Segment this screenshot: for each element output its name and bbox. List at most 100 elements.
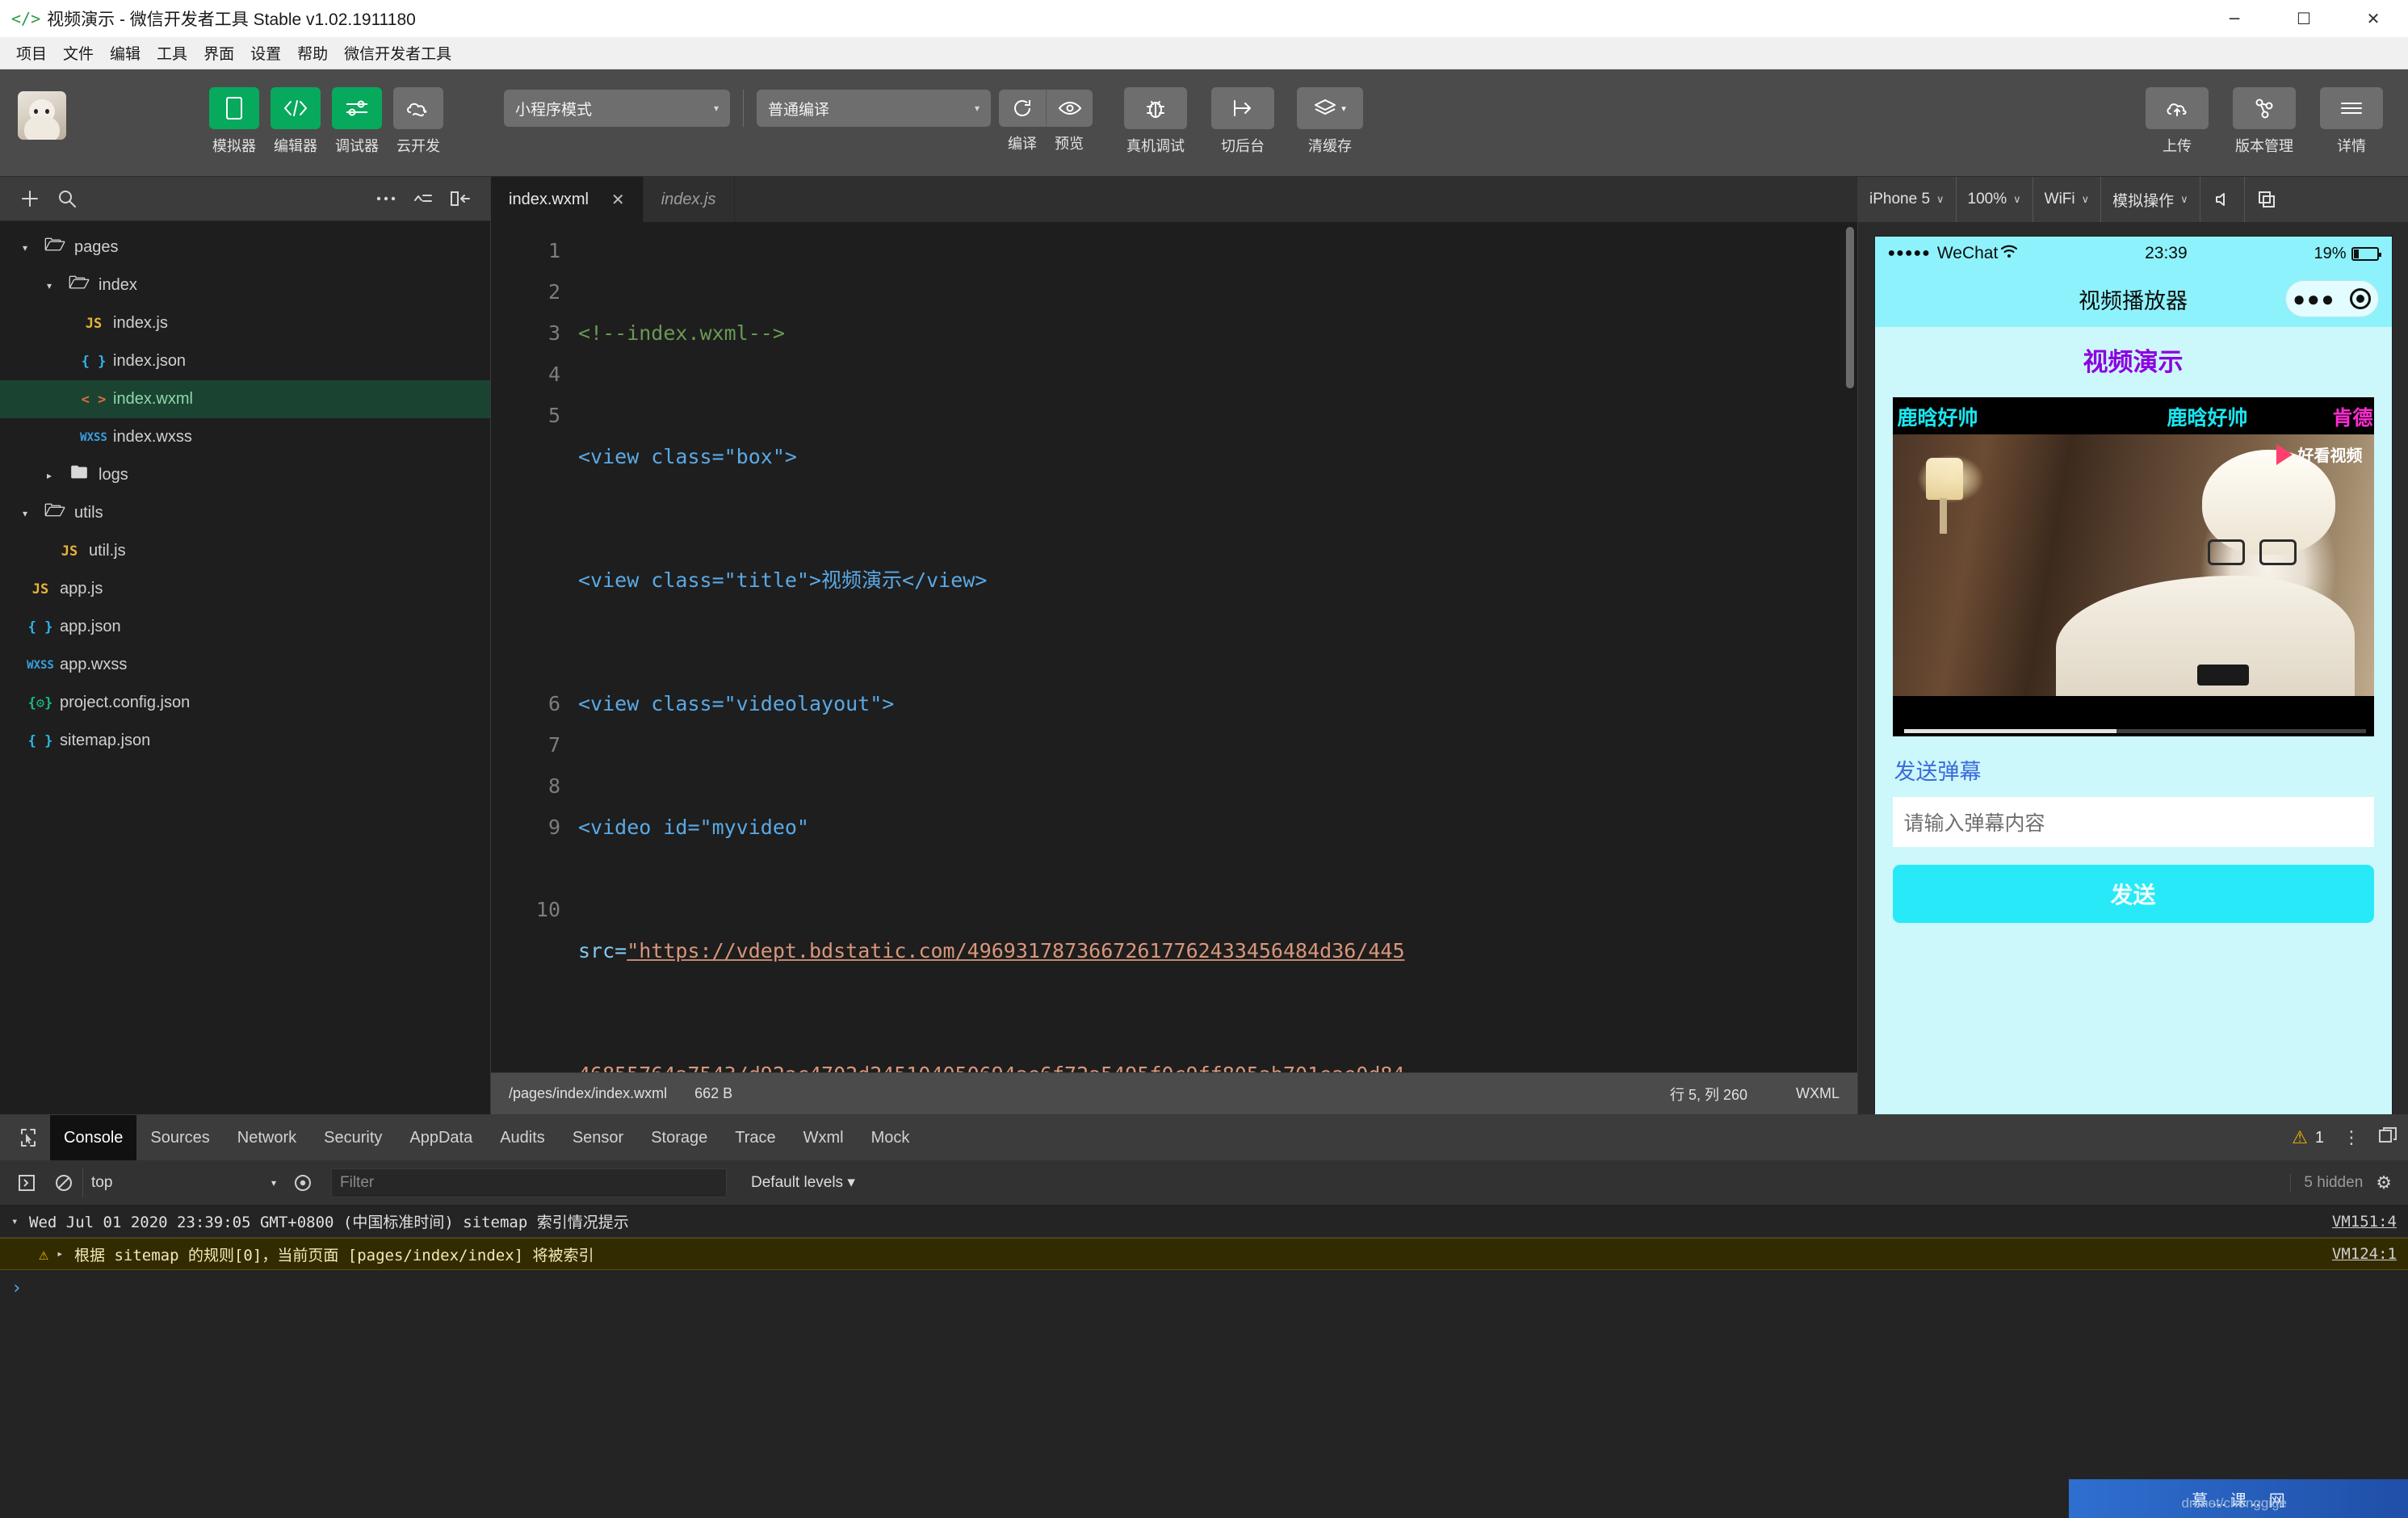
tab-index-js[interactable]: index.js (643, 177, 735, 222)
gear-icon[interactable]: ⚙ (2376, 1172, 2392, 1193)
status-cursor-position[interactable]: 行 5, 列 260 (1670, 1084, 1747, 1105)
network-select[interactable]: WiFi ∨ (2033, 177, 2102, 222)
minimize-button[interactable]: ─ (2200, 0, 2269, 37)
toolbar-panel-buttons: 模拟器 编辑器 调试器 云开发 (203, 69, 449, 177)
debugger-button[interactable]: 调试器 (331, 69, 383, 156)
tab-network[interactable]: Network (224, 1115, 310, 1160)
branch-icon (2233, 87, 2296, 129)
devtools-more-icon[interactable]: ⋮ (2335, 1127, 2368, 1148)
editor-scrollbar[interactable] (1846, 227, 1854, 388)
menu-item-edit[interactable]: 编辑 (102, 39, 149, 67)
tree-item-app-js[interactable]: JS app.js (0, 570, 490, 608)
tree-item-index-json[interactable]: { } index.json (0, 342, 490, 380)
copy-icon[interactable] (2245, 177, 2288, 222)
search-icon[interactable] (48, 182, 86, 215)
tab-sensor[interactable]: Sensor (559, 1115, 637, 1160)
console-source-link[interactable]: VM124:1 (2316, 1245, 2397, 1263)
close-button[interactable]: ✕ (2339, 0, 2408, 37)
maximize-button[interactable]: ☐ (2269, 0, 2339, 37)
wechat-capsule[interactable]: ●●● (2284, 280, 2379, 317)
close-icon[interactable]: ✕ (611, 190, 625, 210)
chevron-right-icon[interactable]: ▸ (57, 1248, 74, 1260)
warning-indicator[interactable]: ⚠ 1 (2292, 1127, 2335, 1148)
real-device-debug-button[interactable]: 真机调试 (1117, 69, 1194, 156)
console-group-row[interactable]: ▾ Wed Jul 01 2020 23:39:05 GMT+0800 (中国标… (0, 1206, 2408, 1238)
danmu-input[interactable]: 请输入弹幕内容 (1892, 797, 2374, 847)
plus-icon[interactable] (11, 182, 48, 215)
more-icon[interactable] (367, 182, 405, 215)
send-button[interactable]: 发送 (1892, 865, 2374, 923)
tree-item-app-wxss[interactable]: WXSS app.wxss (0, 646, 490, 684)
watermark-sub: dn.net/chenggige (2181, 1495, 2287, 1511)
clear-cache-button[interactable]: ▾ 清缓存 (1291, 69, 1369, 156)
tab-sources[interactable]: Sources (136, 1115, 223, 1160)
menu-item-tools[interactable]: 工具 (149, 39, 195, 67)
capsule-menu-icon[interactable]: ●●● (2293, 288, 2335, 309)
version-control-button[interactable]: 版本管理 (2226, 69, 2303, 156)
console-sidebar-toggle-icon[interactable] (8, 1174, 45, 1191)
menu-item-project[interactable]: 项目 (8, 39, 55, 67)
upload-button[interactable]: 上传 (2138, 69, 2216, 156)
zoom-select[interactable]: 100% ∨ (1957, 177, 2033, 222)
editor-button[interactable]: 编辑器 (270, 69, 321, 156)
menu-item-settings[interactable]: 设置 (242, 39, 289, 67)
console-levels-select[interactable]: Default levels ▾ (751, 1173, 855, 1192)
inspect-element-icon[interactable] (6, 1115, 50, 1160)
tab-index-wxml[interactable]: index.wxml ✕ (491, 177, 644, 222)
avatar[interactable] (18, 91, 66, 140)
console-input-prompt[interactable]: › (0, 1270, 2408, 1306)
console-warning-row[interactable]: ⚠ ▸ 根据 sitemap 的规则[0]，当前页面 [pages/index/… (0, 1238, 2408, 1270)
tree-item-pages[interactable]: ▾ 🗁 pages (0, 229, 490, 266)
console-context-select[interactable]: top ▾ (82, 1168, 284, 1197)
tab-appdata[interactable]: AppData (396, 1115, 486, 1160)
chevron-down-icon[interactable]: ▾ (11, 1215, 29, 1228)
devtools-dock-icon[interactable] (2368, 1127, 2408, 1148)
mode-select[interactable]: 小程序模式 ▾ (504, 90, 730, 127)
tab-security[interactable]: Security (310, 1115, 396, 1160)
volume-icon[interactable] (2200, 177, 2245, 222)
menu-item-file[interactable]: 文件 (55, 39, 102, 67)
tree-item-index[interactable]: ▾ 🗁 index (0, 266, 490, 304)
menu-item-devtools[interactable]: 微信开发者工具 (336, 39, 459, 67)
status-language[interactable]: WXML (1796, 1085, 1840, 1102)
console-filter-input[interactable]: Filter (331, 1168, 727, 1197)
panel-toggle-icon[interactable] (442, 182, 479, 215)
device-select[interactable]: iPhone 5 ∨ (1858, 177, 1957, 222)
menu-item-help[interactable]: 帮助 (289, 39, 336, 67)
collapse-icon[interactable] (405, 182, 442, 215)
code-content[interactable]: <!--index.wxml--> <view class="box"> <vi… (578, 230, 1857, 1072)
tree-item-index-wxml[interactable]: < > index.wxml (0, 380, 490, 418)
tree-item-app-json[interactable]: { } app.json (0, 608, 490, 646)
tab-wxml[interactable]: Wxml (790, 1115, 858, 1160)
video-player[interactable]: 鹿晗好帅 鹿晗好帅 肯德 好看视频 (1892, 397, 2374, 736)
tree-item-sitemap-json[interactable]: { } sitemap.json (0, 722, 490, 760)
tree-item-logs[interactable]: ▸ 🖿 logs (0, 456, 490, 494)
console-source-link[interactable]: VM151:4 (2316, 1213, 2397, 1231)
compile-select[interactable]: 普通编译 ▾ (757, 90, 991, 127)
simulate-action-select[interactable]: 模拟操作 ∨ (2101, 177, 2200, 222)
tab-console[interactable]: Console (50, 1115, 137, 1160)
layers-icon: ▾ (1297, 87, 1363, 129)
tree-item-index-js[interactable]: JS index.js (0, 304, 490, 342)
simulator-button[interactable]: 模拟器 (208, 69, 260, 156)
tab-trace[interactable]: Trace (721, 1115, 789, 1160)
preview-button[interactable] (1046, 90, 1093, 127)
tree-item-util-js[interactable]: JS util.js (0, 532, 490, 570)
clear-console-icon[interactable] (45, 1174, 82, 1192)
compile-button[interactable] (999, 90, 1046, 127)
tab-audits[interactable]: Audits (486, 1115, 559, 1160)
video-progress-bar[interactable] (1903, 729, 2366, 733)
app-window: </> 视频演示 - 微信开发者工具 Stable v1.02.1911180 … (0, 0, 2408, 1518)
tree-item-index-wxss[interactable]: WXSS index.wxss (0, 418, 490, 456)
tree-item-project-config[interactable]: {⚙} project.config.json (0, 684, 490, 722)
cloud-dev-button[interactable]: 云开发 (392, 69, 444, 156)
code-editor[interactable]: 1 2 3 4 5 ... ... 6 7 8 9 . 10 (491, 222, 1857, 1072)
background-button[interactable]: 切后台 (1204, 69, 1282, 156)
tab-mock[interactable]: Mock (858, 1115, 924, 1160)
tree-item-utils[interactable]: ▾ 🗁 utils (0, 494, 490, 532)
tab-storage[interactable]: Storage (637, 1115, 721, 1160)
menu-item-ui[interactable]: 界面 (195, 39, 242, 67)
details-button[interactable]: 详情 (2313, 69, 2390, 156)
capsule-close-icon[interactable] (2349, 288, 2371, 309)
live-expression-icon[interactable] (284, 1174, 321, 1192)
